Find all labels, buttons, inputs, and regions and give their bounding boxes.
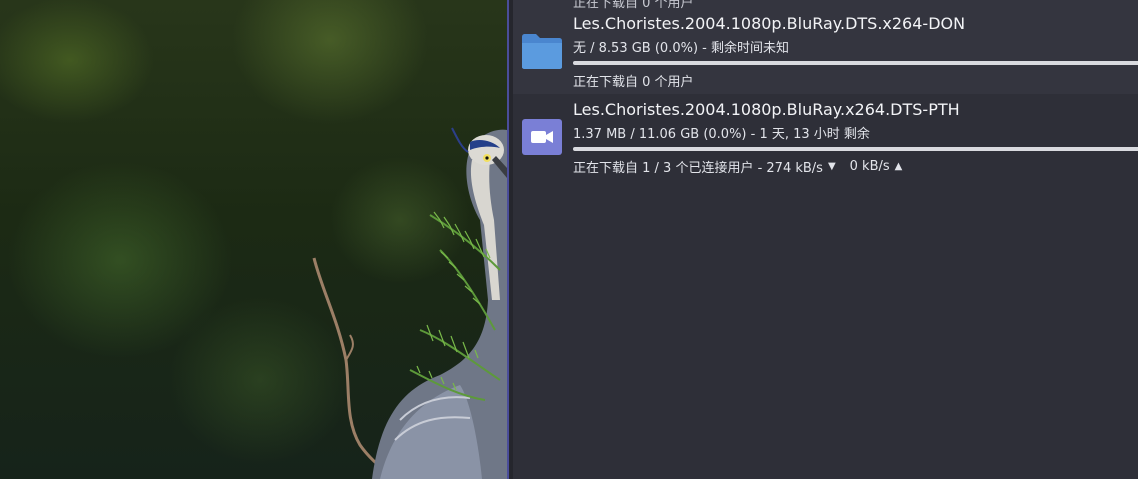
transfer-row-partial[interactable]: 正在下载自 0 个用户 [513, 0, 1138, 9]
torrent-name: Les.Choristes.2004.1080p.BluRay.x264.DTS… [573, 100, 960, 119]
progress-text: 1.37 MB / 11.06 GB (0.0%) - 1 天, 13 小时 剩… [573, 127, 870, 142]
video-icon [522, 119, 562, 155]
status-text: 正在下载自 0 个用户 [573, 0, 694, 9]
status-text: 正在下载自 0 个用户 [573, 75, 694, 90]
status-line: 正在下载自 0 个用户 [573, 71, 694, 90]
folder-icon [522, 34, 562, 69]
status-text: 正在下载自 1 / 3 个已连接用户 - 274 kB/s [573, 161, 823, 176]
status-line: 正在下载自 1 / 3 个已连接用户 - 274 kB/s ▼ 0 kB/s ▲ [573, 157, 902, 176]
upload-speed: 0 kB/s [849, 159, 890, 174]
progress-bar [573, 147, 1138, 151]
download-arrow-icon: ▼ [827, 161, 836, 172]
transfer-list[interactable]: 正在下载自 0 个用户 Les.Choristes.2004.1080p.Blu… [513, 0, 1138, 479]
screen: 正在下载自 0 个用户 Les.Choristes.2004.1080p.Blu… [0, 0, 1138, 479]
desktop-wallpaper [0, 0, 507, 479]
progress-text: 无 / 8.53 GB (0.0%) - 剩余时间未知 [573, 41, 789, 56]
heron-photo [312, 127, 507, 479]
torrent-name: Les.Choristes.2004.1080p.BluRay.DTS.x264… [573, 14, 966, 33]
transfer-row[interactable]: Les.Choristes.2004.1080p.BluRay.x264.DTS… [513, 95, 1138, 180]
progress-bar [573, 61, 1138, 65]
upload-arrow-icon: ▲ [894, 161, 903, 172]
transfer-row[interactable]: Les.Choristes.2004.1080p.BluRay.DTS.x264… [513, 9, 1138, 94]
